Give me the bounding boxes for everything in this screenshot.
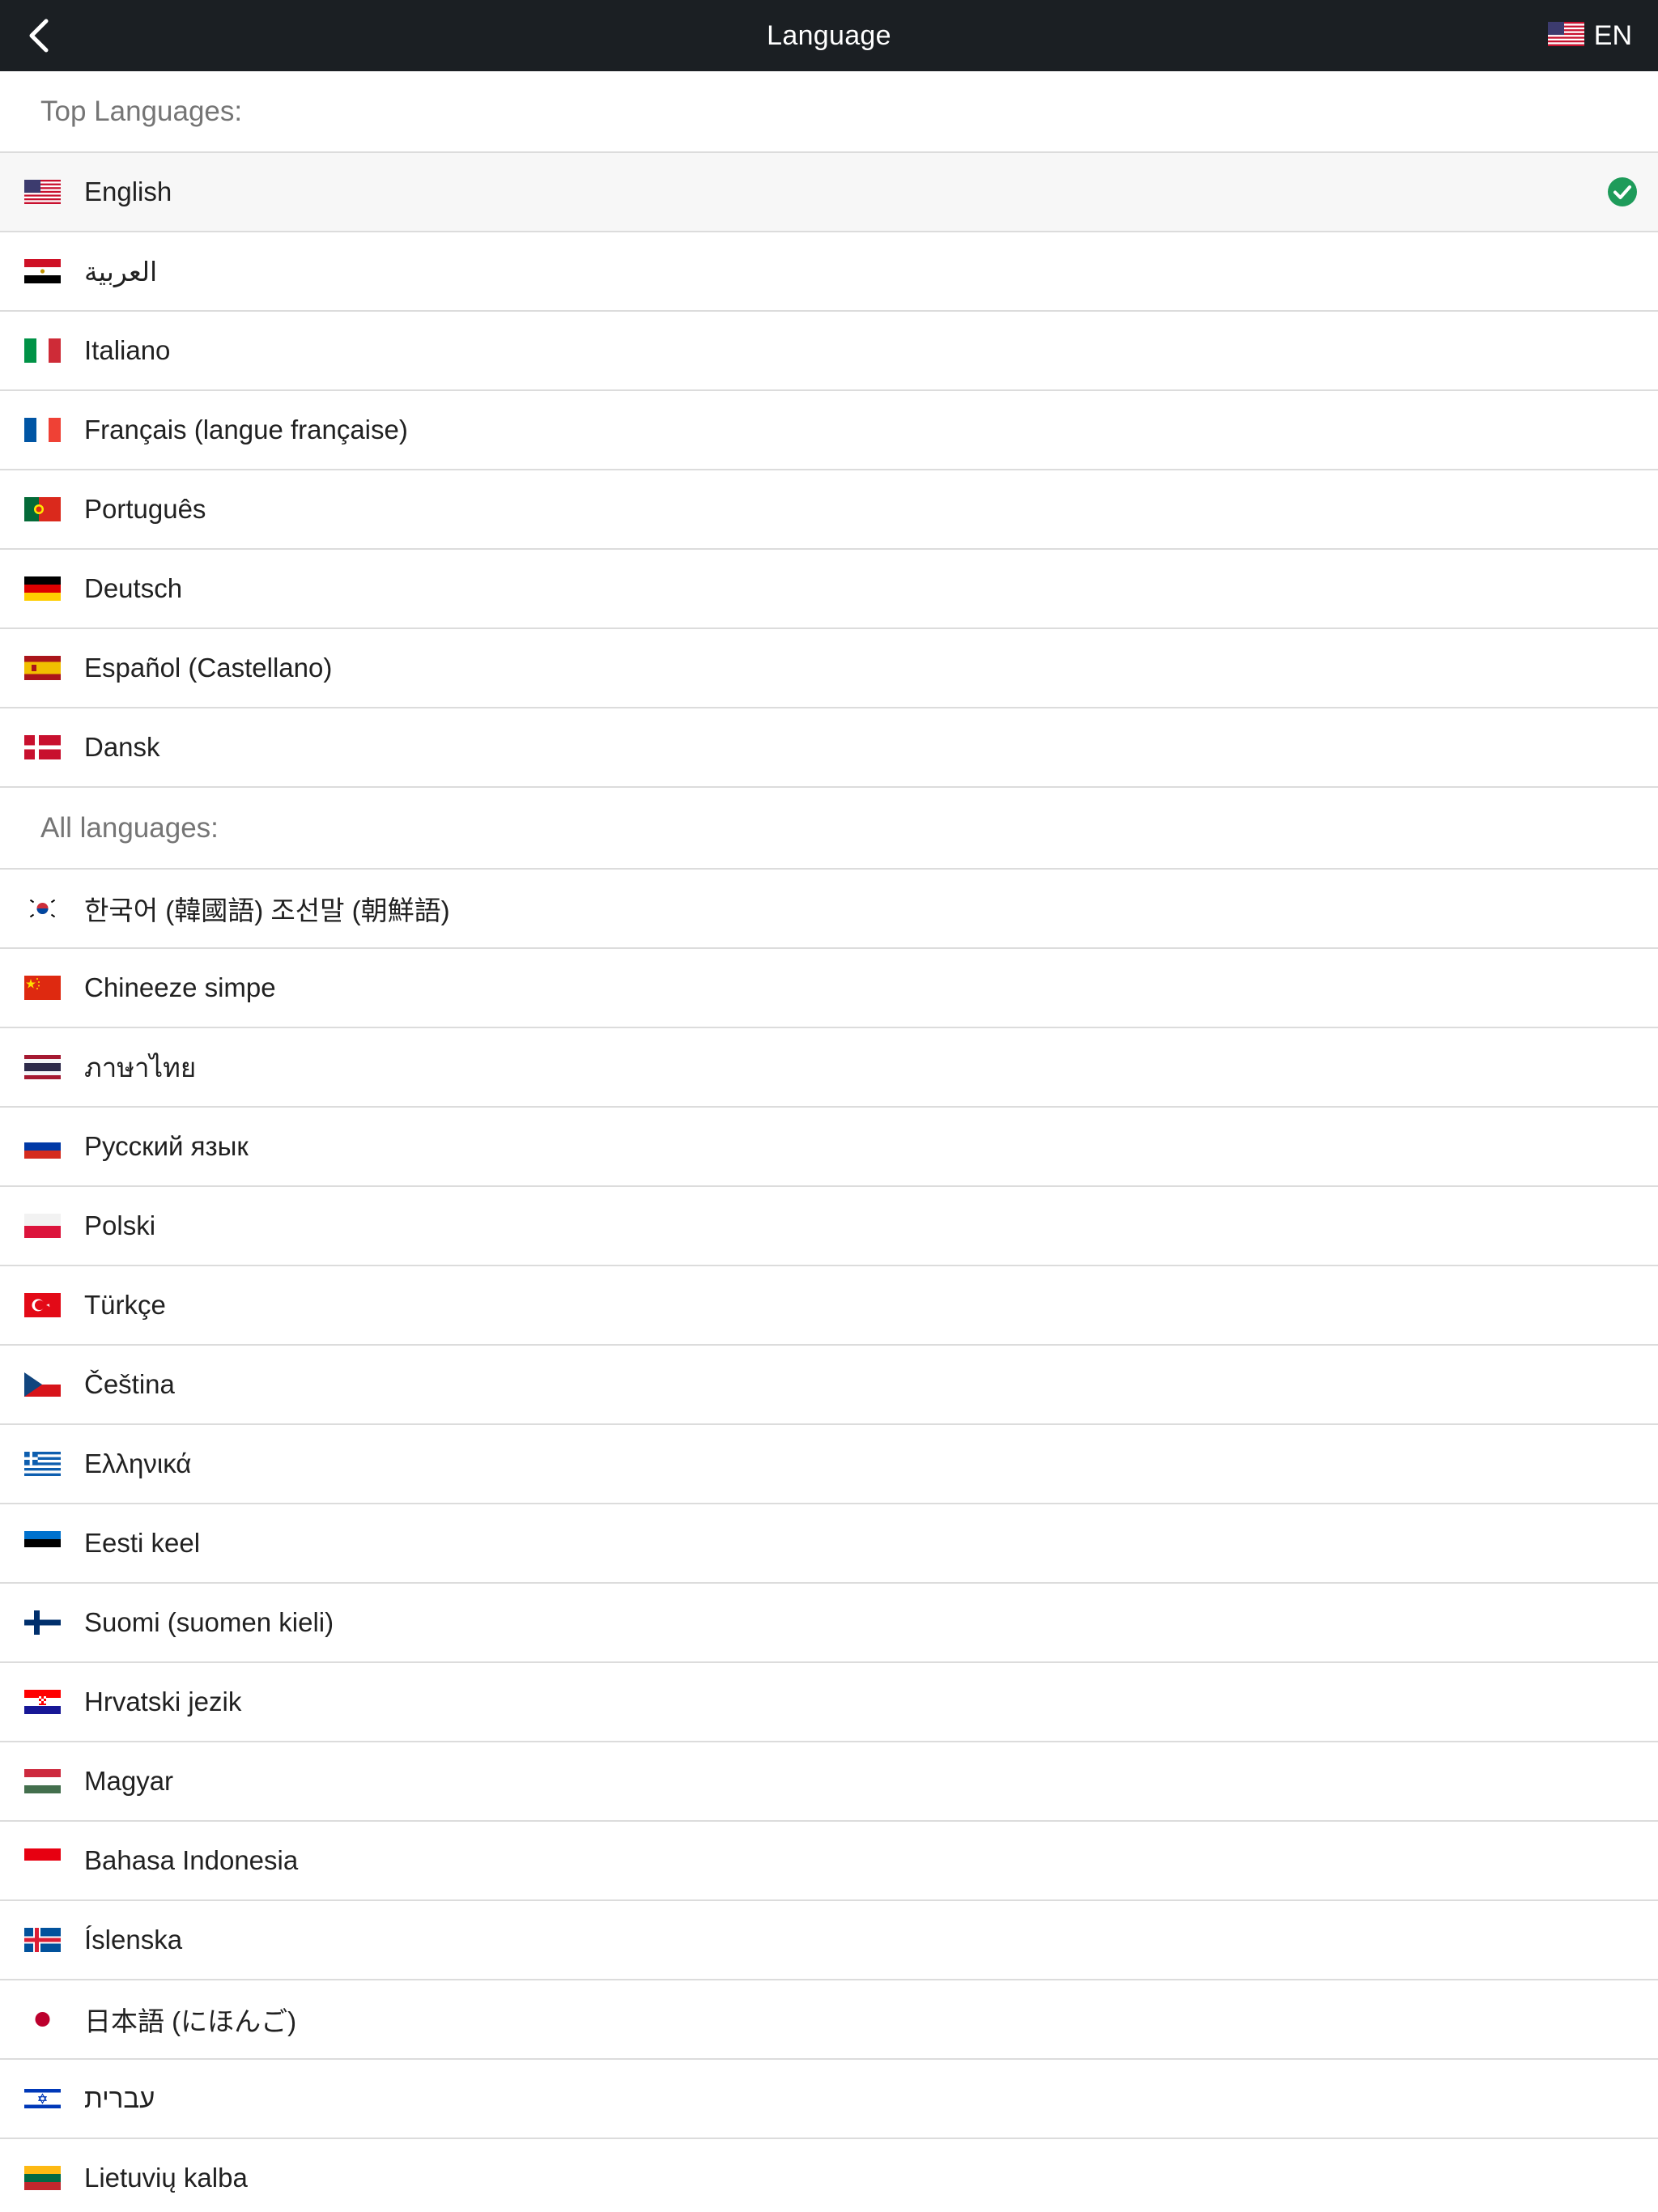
top-language-row-4[interactable]: Português xyxy=(0,470,1658,550)
language-row-11[interactable]: Magyar xyxy=(0,1742,1658,1822)
us-flag-icon xyxy=(24,180,61,204)
language-label: Bahasa Indonesia xyxy=(84,1845,299,1875)
language-label: Polski xyxy=(84,1210,156,1240)
egypt-flag-icon xyxy=(24,259,61,283)
language-label: Ελληνικά xyxy=(84,1448,192,1478)
spain-flag-icon xyxy=(24,656,61,680)
indonesia-flag-icon xyxy=(24,1848,61,1873)
all-languages-list: 한국어 (韓國語) 조선말 (朝鮮語) Chineeze simpe ภาษาไทย… xyxy=(0,870,1658,2212)
language-label: 한국어 (韓國語) 조선말 (朝鮮語) xyxy=(84,895,450,925)
language-label: Magyar xyxy=(84,1766,174,1796)
japan-flag-icon xyxy=(24,2007,61,2031)
top-language-row-3[interactable]: Français (langue française) xyxy=(0,391,1658,470)
top-language-row-2[interactable]: Italiano xyxy=(0,312,1658,391)
language-label: Íslenska xyxy=(84,1925,183,1955)
language-label: Dansk xyxy=(84,732,160,762)
italy-flag-icon xyxy=(24,338,61,363)
finland-flag-icon xyxy=(24,1610,61,1635)
language-label: English xyxy=(84,177,172,206)
language-row-15[interactable]: עברית xyxy=(0,2060,1658,2139)
language-row-0[interactable]: 한국어 (韓國語) 조선말 (朝鮮語) xyxy=(0,870,1658,949)
language-label: العربية xyxy=(84,256,158,287)
language-row-5[interactable]: Türkçe xyxy=(0,1266,1658,1346)
language-row-2[interactable]: ภาษาไทย xyxy=(0,1028,1658,1108)
language-label: Русский язык xyxy=(84,1131,249,1161)
language-screen: Language EN Top Languages: English العربي… xyxy=(0,0,1658,2212)
section-top-languages: Top Languages: xyxy=(0,71,1658,153)
language-label: Lietuvių kalba xyxy=(84,2163,248,2193)
israel-flag-icon xyxy=(24,2087,61,2111)
language-row-9[interactable]: Suomi (suomen kieli) xyxy=(0,1584,1658,1663)
south-korea-flag-icon xyxy=(24,896,61,921)
top-bar: Language EN xyxy=(0,0,1658,71)
top-languages-list: English العربية Italiano Français (langue f… xyxy=(0,153,1658,788)
chevron-left-icon xyxy=(29,19,49,53)
language-label: Français (langue française) xyxy=(84,415,408,445)
language-row-7[interactable]: Ελληνικά xyxy=(0,1425,1658,1504)
language-row-6[interactable]: Čeština xyxy=(0,1346,1658,1425)
hungary-flag-icon xyxy=(24,1769,61,1793)
current-language-code: EN xyxy=(1593,19,1632,51)
iceland-flag-icon xyxy=(24,1928,61,1952)
language-label: Hrvatski jezik xyxy=(84,1687,242,1716)
language-label: 日本語 (にほんご) xyxy=(84,2006,297,2036)
language-row-16[interactable]: Lietuvių kalba xyxy=(0,2139,1658,2212)
language-row-12[interactable]: Bahasa Indonesia xyxy=(0,1822,1658,1901)
language-label: Italiano xyxy=(84,335,171,365)
top-language-row-1[interactable]: العربية xyxy=(0,232,1658,312)
poland-flag-icon xyxy=(24,1214,61,1238)
estonia-flag-icon xyxy=(24,1531,61,1555)
checkmark-circle-icon xyxy=(1606,176,1639,208)
language-row-1[interactable]: Chineeze simpe xyxy=(0,949,1658,1028)
language-row-13[interactable]: Íslenska xyxy=(0,1901,1658,1980)
greece-flag-icon xyxy=(24,1452,61,1476)
page-title: Language xyxy=(767,19,891,51)
language-label: ภาษาไทย xyxy=(84,1052,197,1083)
lithuania-flag-icon xyxy=(24,2166,61,2190)
back-button[interactable] xyxy=(21,18,57,53)
russia-flag-icon xyxy=(24,1134,61,1159)
language-label: עברית xyxy=(84,2083,155,2113)
denmark-flag-icon xyxy=(24,735,61,759)
top-language-row-5[interactable]: Deutsch xyxy=(0,550,1658,629)
section-all-languages: All languages: xyxy=(0,788,1658,870)
top-language-row-6[interactable]: Español (Castellano) xyxy=(0,629,1658,708)
czech-flag-icon xyxy=(24,1372,61,1397)
france-flag-icon xyxy=(24,418,61,442)
portugal-flag-icon xyxy=(24,497,61,521)
current-language-button[interactable]: EN xyxy=(1547,0,1632,71)
thailand-flag-icon xyxy=(24,1055,61,1079)
language-row-8[interactable]: Eesti keel xyxy=(0,1504,1658,1584)
turkey-flag-icon xyxy=(24,1293,61,1317)
language-label: Deutsch xyxy=(84,573,183,603)
top-language-row-0[interactable]: English xyxy=(0,153,1658,232)
language-row-14[interactable]: 日本語 (にほんご) xyxy=(0,1980,1658,2060)
language-label: Chineeze simpe xyxy=(84,972,276,1002)
language-label: Suomi (suomen kieli) xyxy=(84,1607,334,1637)
us-flag-icon xyxy=(1547,21,1584,50)
croatia-flag-icon xyxy=(24,1690,61,1714)
language-label: Türkçe xyxy=(84,1290,166,1320)
top-language-row-7[interactable]: Dansk xyxy=(0,708,1658,788)
language-row-10[interactable]: Hrvatski jezik xyxy=(0,1663,1658,1742)
language-row-4[interactable]: Polski xyxy=(0,1187,1658,1266)
language-label: Eesti keel xyxy=(84,1528,201,1558)
language-row-3[interactable]: Русский язык xyxy=(0,1108,1658,1187)
language-label: Português xyxy=(84,494,206,524)
language-label: Español (Castellano) xyxy=(84,653,333,683)
china-flag-icon xyxy=(24,976,61,1000)
germany-flag-icon xyxy=(24,576,61,601)
language-label: Čeština xyxy=(84,1369,175,1399)
